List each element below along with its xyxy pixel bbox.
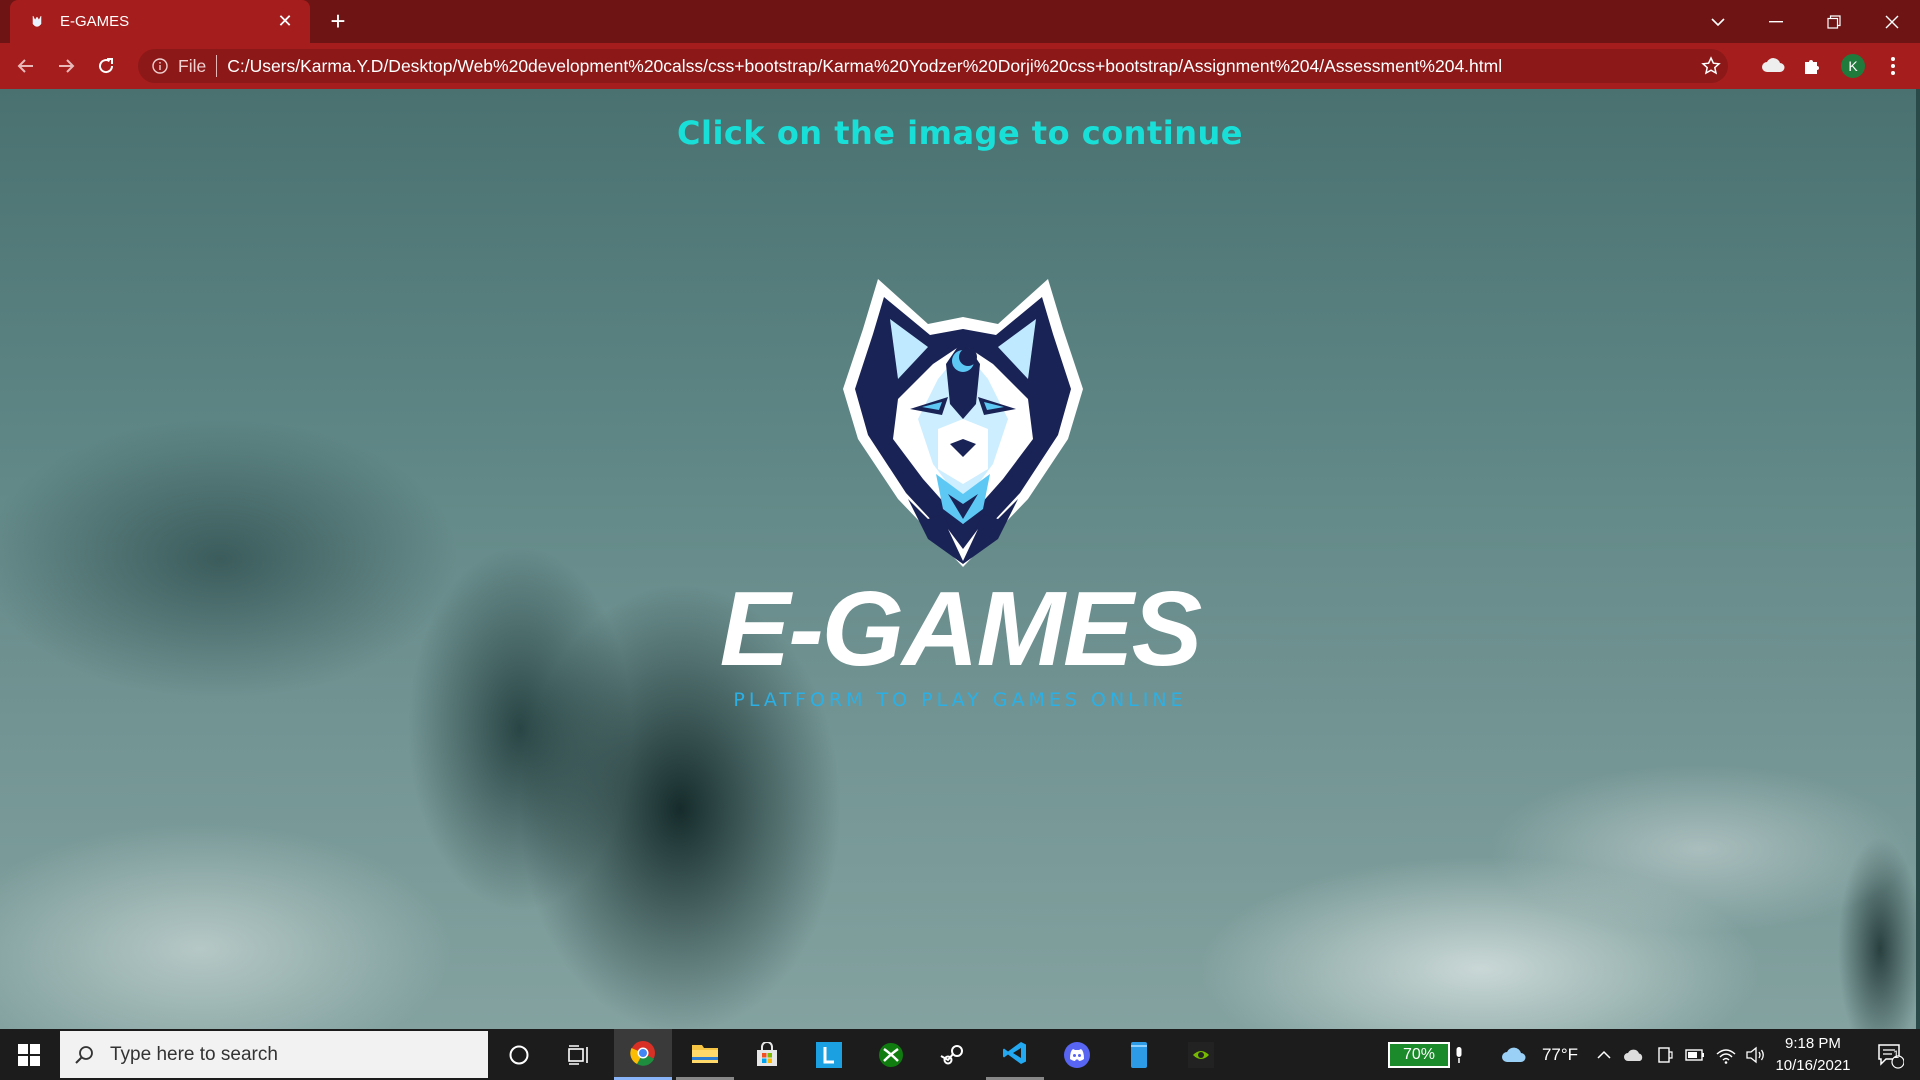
app-shortcut-icon[interactable] xyxy=(1110,1029,1168,1080)
cortana-icon[interactable] xyxy=(490,1029,548,1080)
profile-initial: K xyxy=(1841,54,1865,78)
search-icon xyxy=(75,1045,93,1064)
page-favicon-icon xyxy=(28,13,46,31)
power-plug-icon[interactable] xyxy=(1682,1029,1708,1080)
url-scheme-label: File xyxy=(178,55,207,76)
brand-name: E-GAMES xyxy=(719,570,1203,688)
cloud-extension-icon[interactable] xyxy=(1758,51,1788,81)
weather-cloud-icon[interactable] xyxy=(1496,1029,1532,1080)
clock-date: 10/16/2021 xyxy=(1775,1056,1851,1074)
profile-avatar[interactable]: K xyxy=(1838,51,1868,81)
weather-temperature[interactable]: 77°F xyxy=(1534,1029,1586,1080)
browser-tab-strip: E-GAMES ✕ + xyxy=(0,0,1920,43)
tab-title: E-GAMES xyxy=(60,13,130,30)
browser-menu-icon[interactable] xyxy=(1878,51,1908,81)
steam-icon[interactable] xyxy=(924,1029,982,1080)
forward-icon[interactable] xyxy=(50,50,82,82)
continue-prompt[interactable]: Click on the image to continue xyxy=(0,114,1920,152)
back-icon[interactable] xyxy=(10,50,42,82)
wifi-icon[interactable] xyxy=(1712,1029,1740,1080)
vscode-icon[interactable] xyxy=(986,1029,1044,1080)
launcher-l-icon[interactable] xyxy=(800,1029,858,1080)
clock-time: 9:18 PM xyxy=(1785,1034,1841,1052)
ms-store-icon[interactable] xyxy=(738,1029,796,1080)
minimize-icon[interactable] xyxy=(1748,0,1804,43)
page-scrollbar[interactable] xyxy=(1916,89,1920,1029)
site-info-icon[interactable] xyxy=(150,56,170,76)
device-icon[interactable] xyxy=(1652,1029,1678,1080)
tab-search-icon[interactable] xyxy=(1690,0,1746,43)
brand-tagline: PLATFORM TO PLAY GAMES ONLINE xyxy=(733,689,1187,711)
address-bar[interactable]: File C:/Users/Karma.Y.D/Desktop/Web%20de… xyxy=(138,49,1728,83)
reload-icon[interactable] xyxy=(90,50,122,82)
system-clock[interactable]: 9:18 PM 10/16/2021 xyxy=(1772,1029,1854,1080)
wolf-logo-icon xyxy=(843,279,1083,567)
restore-icon[interactable] xyxy=(1806,0,1862,43)
notification-center-icon[interactable]: 1 xyxy=(1866,1029,1914,1080)
egames-logo-link[interactable]: E-GAMES PLATFORM TO PLAY GAMES ONLINE xyxy=(700,269,1220,809)
task-view-icon[interactable] xyxy=(550,1029,608,1080)
taskbar-search-box[interactable]: Type here to search xyxy=(60,1031,488,1078)
extensions-puzzle-icon[interactable] xyxy=(1797,51,1827,81)
url-separator xyxy=(216,55,218,77)
notification-count: 1 xyxy=(1892,1049,1900,1061)
browser-toolbar: File C:/Users/Karma.Y.D/Desktop/Web%20de… xyxy=(0,43,1920,89)
nvidia-icon[interactable] xyxy=(1172,1029,1230,1080)
browser-tab[interactable]: E-GAMES ✕ xyxy=(10,0,310,43)
volume-icon[interactable] xyxy=(1742,1029,1770,1080)
tab-close-icon[interactable]: ✕ xyxy=(274,11,296,32)
battery-indicator[interactable]: 70% xyxy=(1380,1029,1458,1080)
url-text[interactable]: C:/Users/Karma.Y.D/Desktop/Web%20develop… xyxy=(227,56,1694,77)
discord-icon[interactable] xyxy=(1048,1029,1106,1080)
chrome-app-icon[interactable] xyxy=(614,1029,672,1080)
page-viewport: Click on the image to continue E-GAMES P… xyxy=(0,89,1920,1029)
close-window-icon[interactable] xyxy=(1864,0,1920,43)
show-hidden-icons-icon[interactable] xyxy=(1592,1029,1616,1080)
xbox-icon[interactable] xyxy=(862,1029,920,1080)
windows-taskbar: Type here to search 70% 77°F 9:18 PM 10/… xyxy=(0,1029,1920,1080)
onedrive-icon[interactable] xyxy=(1620,1029,1648,1080)
search-placeholder: Type here to search xyxy=(110,1043,278,1065)
windows-start-icon[interactable] xyxy=(0,1029,58,1080)
file-explorer-icon[interactable] xyxy=(676,1029,734,1080)
battery-percent: 70% xyxy=(1388,1041,1450,1068)
microphone-icon[interactable] xyxy=(1450,1029,1468,1080)
new-tab-button[interactable]: + xyxy=(322,6,354,38)
bookmark-star-icon[interactable] xyxy=(1694,56,1728,76)
